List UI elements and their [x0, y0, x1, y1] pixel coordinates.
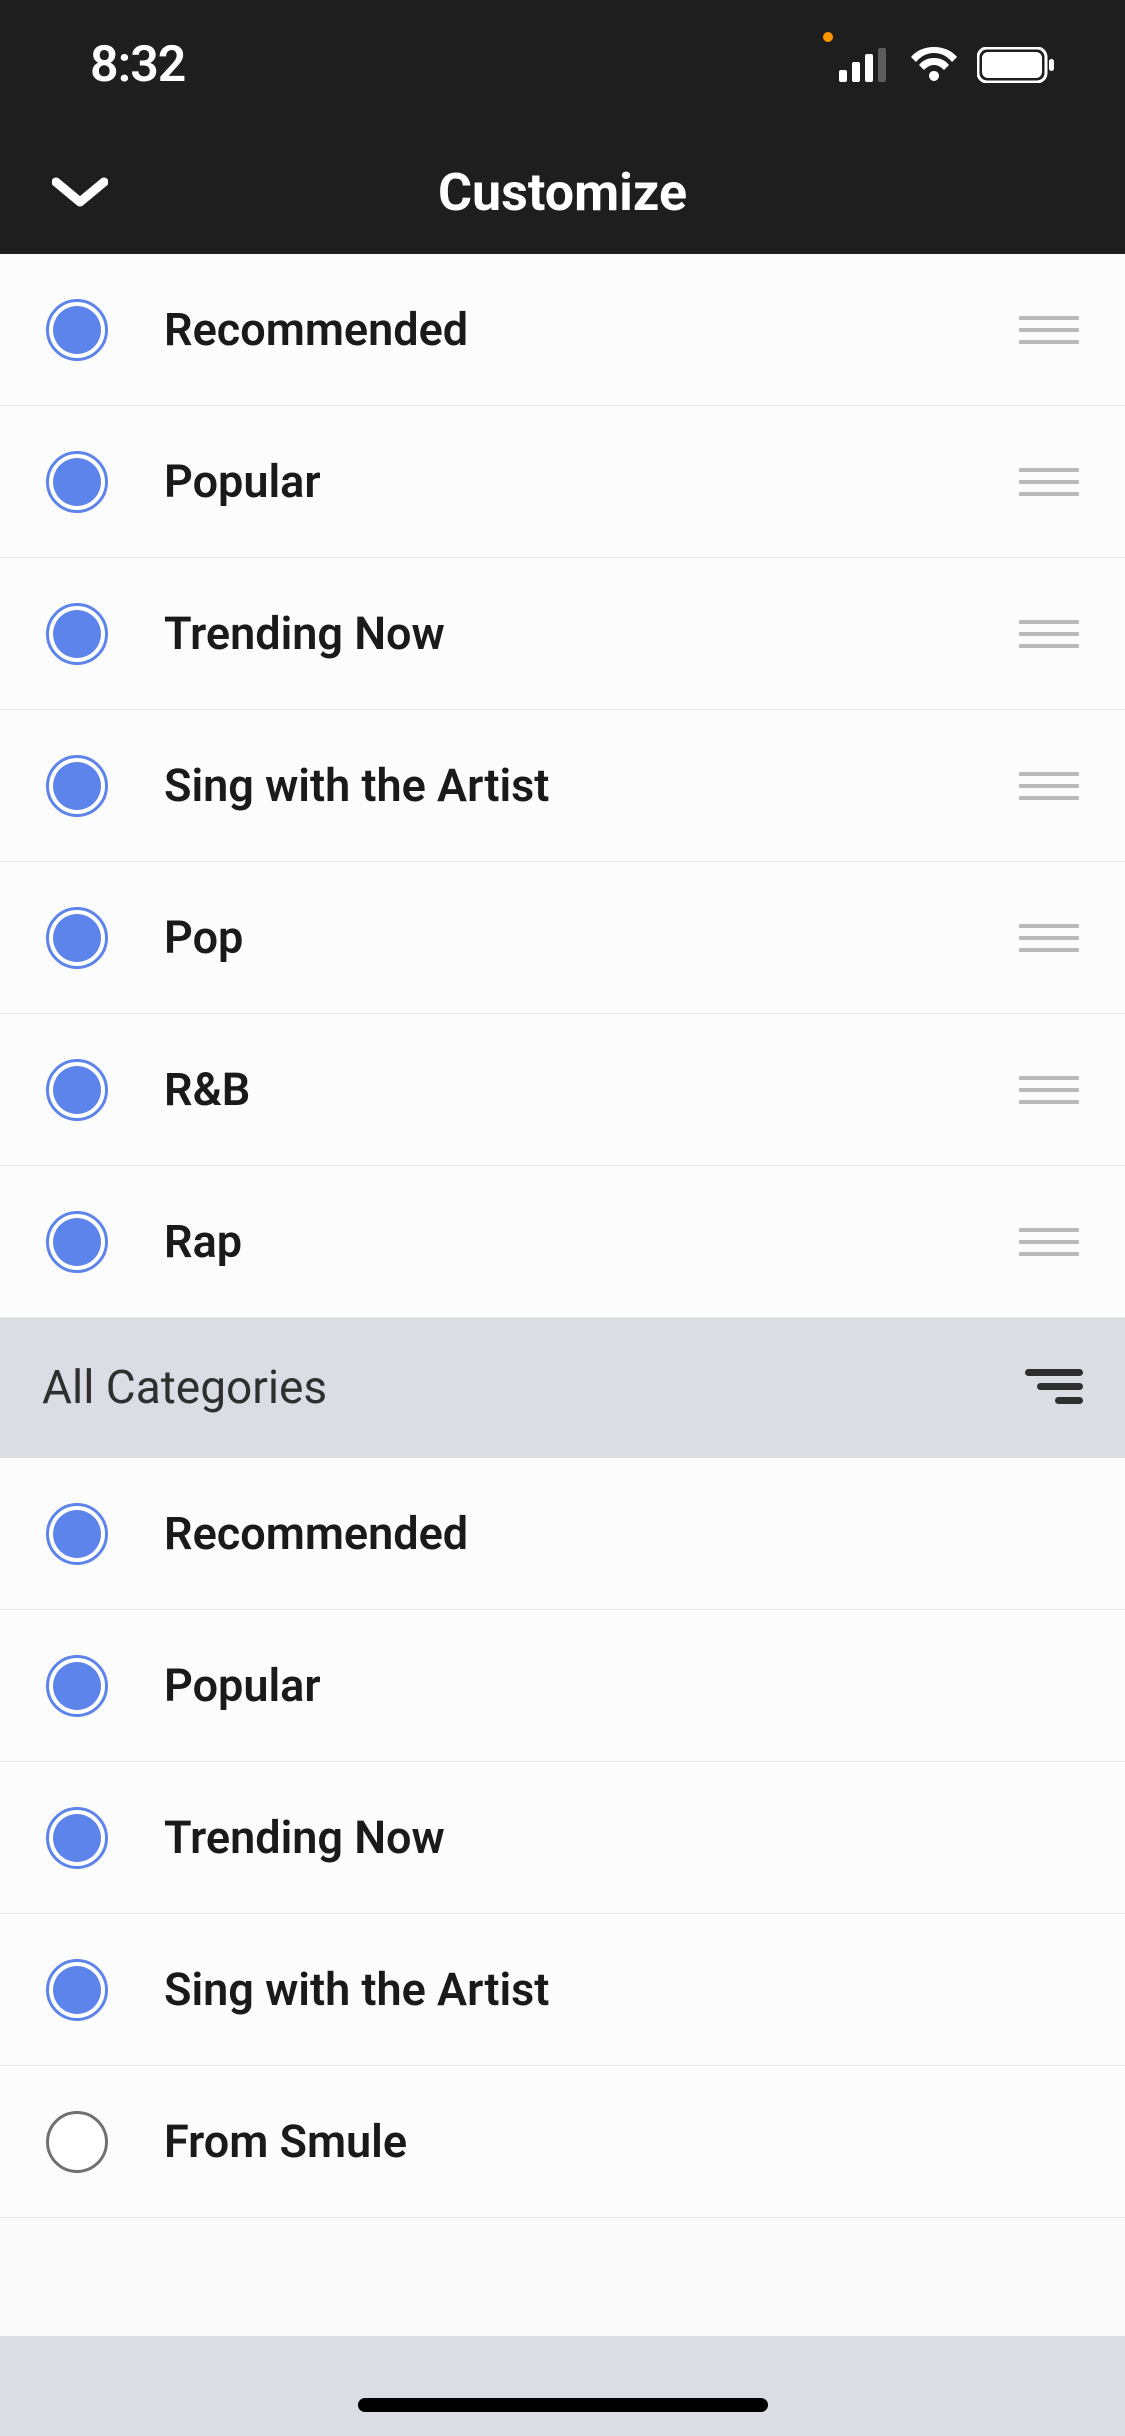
- list-item[interactable]: R&B: [0, 1014, 1125, 1166]
- home-indicator: [358, 2398, 768, 2412]
- drag-handle[interactable]: [1019, 1228, 1079, 1256]
- list-item-label: Recommended: [164, 1507, 1079, 1560]
- radio-toggle[interactable]: [46, 299, 108, 361]
- list-item-label: Rap: [164, 1215, 1019, 1268]
- list-item-label: Sing with the Artist: [164, 1963, 1079, 2016]
- drag-handle[interactable]: [1019, 1076, 1079, 1104]
- wifi-icon: [909, 47, 959, 83]
- list-item[interactable]: Sing with the Artist: [0, 1914, 1125, 2066]
- radio-toggle[interactable]: [46, 603, 108, 665]
- list-item-label: Popular: [164, 455, 1019, 508]
- list-item-label: R&B: [164, 1063, 1019, 1116]
- drag-handle[interactable]: [1019, 620, 1079, 648]
- list-item[interactable]: Rap: [0, 1166, 1125, 1318]
- radio-toggle[interactable]: [46, 2111, 108, 2173]
- list-item-label: From Smule: [164, 2115, 1079, 2168]
- battery-icon: [977, 47, 1055, 83]
- list-item-label: Sing with the Artist: [164, 759, 1019, 812]
- list-item[interactable]: Recommended: [0, 254, 1125, 406]
- radio-toggle[interactable]: [46, 1807, 108, 1869]
- drag-handle[interactable]: [1019, 468, 1079, 496]
- radio-toggle[interactable]: [46, 755, 108, 817]
- drag-handle[interactable]: [1019, 924, 1079, 952]
- status-indicators: [811, 47, 1055, 83]
- page-title: Customize: [0, 162, 1125, 223]
- close-button[interactable]: [50, 162, 110, 222]
- status-bar: 8:32: [0, 0, 1125, 130]
- radio-toggle[interactable]: [46, 907, 108, 969]
- content: Recommended Popular Trending Now Sing wi…: [0, 254, 1125, 2218]
- all-categories-list: Recommended Popular Trending Now Sing wi…: [0, 1458, 1125, 2218]
- privacy-dot-icon: [823, 32, 833, 42]
- list-item[interactable]: From Smule: [0, 2066, 1125, 2218]
- list-item[interactable]: Pop: [0, 862, 1125, 1014]
- drag-handle[interactable]: [1019, 772, 1079, 800]
- list-item-label: Trending Now: [164, 607, 1019, 660]
- chevron-down-icon: [52, 176, 108, 208]
- list-item-label: Recommended: [164, 303, 1019, 356]
- filter-icon: [1025, 1366, 1083, 1406]
- radio-toggle[interactable]: [46, 1211, 108, 1273]
- filter-button[interactable]: [1025, 1366, 1083, 1410]
- reorderable-list: Recommended Popular Trending Now Sing wi…: [0, 254, 1125, 1318]
- radio-toggle[interactable]: [46, 451, 108, 513]
- list-item[interactable]: Sing with the Artist: [0, 710, 1125, 862]
- radio-toggle[interactable]: [46, 1503, 108, 1565]
- list-item[interactable]: Trending Now: [0, 1762, 1125, 1914]
- bottom-area: [0, 2336, 1125, 2436]
- radio-toggle[interactable]: [46, 1059, 108, 1121]
- list-item-label: Trending Now: [164, 1811, 1079, 1864]
- list-item-label: Pop: [164, 911, 1019, 964]
- list-item[interactable]: Recommended: [0, 1458, 1125, 1610]
- list-item-label: Popular: [164, 1659, 1079, 1712]
- radio-toggle[interactable]: [46, 1959, 108, 2021]
- cellular-icon: [839, 48, 891, 82]
- radio-toggle[interactable]: [46, 1655, 108, 1717]
- section-title: All Categories: [42, 1361, 327, 1415]
- header: Customize: [0, 130, 1125, 254]
- list-item[interactable]: Popular: [0, 1610, 1125, 1762]
- drag-handle[interactable]: [1019, 316, 1079, 344]
- section-header: All Categories: [0, 1318, 1125, 1458]
- list-item[interactable]: Trending Now: [0, 558, 1125, 710]
- list-item[interactable]: Popular: [0, 406, 1125, 558]
- status-time: 8:32: [90, 36, 185, 94]
